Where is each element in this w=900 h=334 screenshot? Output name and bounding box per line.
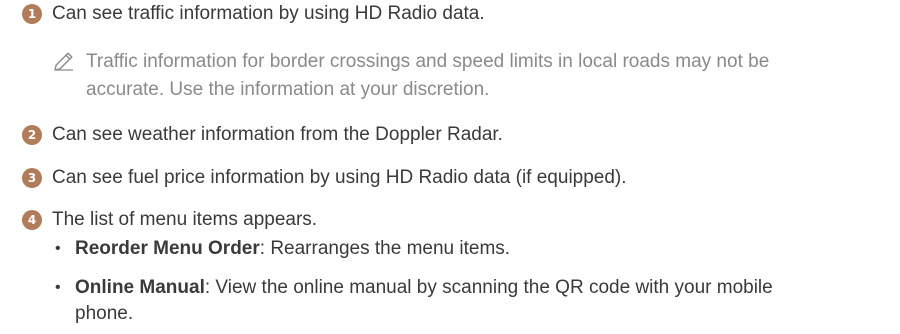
subitem-2-line-2: phone. — [75, 303, 134, 324]
subitem-1-desc: : Rearranges the menu items. — [259, 238, 511, 259]
step-number-4: 4 — [22, 210, 42, 230]
item-2-text: Can see weather information from the Dop… — [52, 124, 503, 145]
subitem-1: Reorder Menu Order: Rearranges the menu … — [75, 237, 510, 261]
subitem-2-line-1: Online Manual: View the online manual by… — [75, 276, 773, 300]
pencil-icon — [54, 52, 73, 71]
item-3-text: Can see fuel price information by using … — [52, 167, 627, 188]
subitem-2-title: Online Manual — [75, 277, 205, 298]
note-text-line-1: Traffic information for border crossings… — [86, 51, 770, 72]
subitem-2-desc: : View the online manual by scanning the… — [204, 277, 773, 298]
step-number-2: 2 — [22, 125, 42, 145]
item-1-text: Can see traffic information by using HD … — [52, 3, 485, 24]
item-4-text: The list of menu items appears. — [52, 209, 318, 230]
step-number-3: 3 — [22, 168, 42, 188]
step-number-1: 1 — [22, 4, 42, 24]
subitem-1-title: Reorder Menu Order — [75, 238, 260, 259]
subitem-bullet-2: • — [55, 279, 61, 296]
note-text-line-2: accurate. Use the information at your di… — [86, 79, 490, 100]
subitem-bullet-1: • — [55, 240, 61, 257]
